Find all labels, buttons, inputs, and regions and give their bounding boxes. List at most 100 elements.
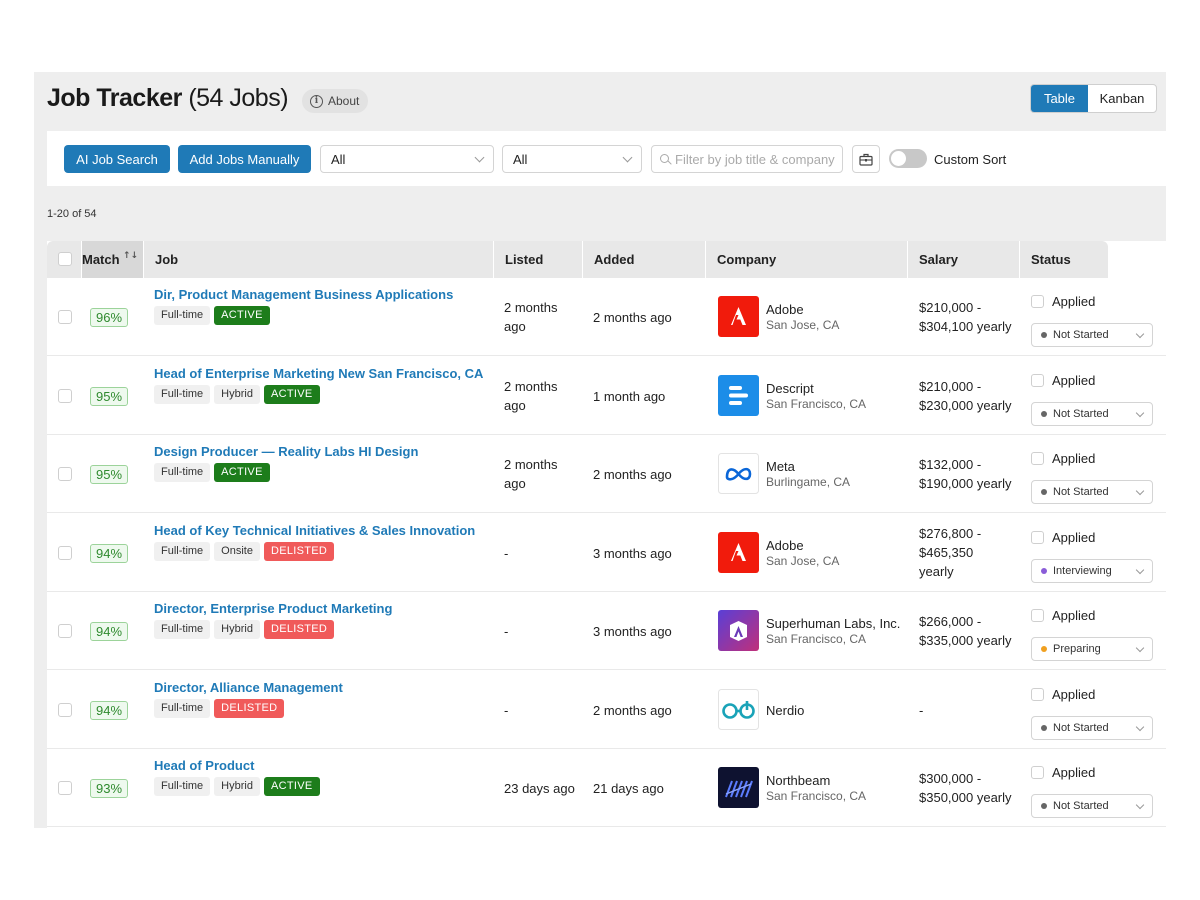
search-input[interactable]	[675, 151, 835, 167]
header-job[interactable]: Job	[144, 241, 494, 278]
filter-select-1[interactable]: All	[320, 145, 494, 173]
job-tags: Full-time Hybrid ACTIVE	[154, 777, 320, 796]
job-title-link[interactable]: Head of Product	[154, 758, 254, 773]
applied-checkbox[interactable]	[1031, 687, 1044, 701]
applied-label: Applied	[1052, 529, 1096, 545]
row-checkbox[interactable]	[58, 624, 72, 638]
row-checkbox[interactable]	[58, 702, 72, 717]
info-icon: i	[310, 94, 323, 108]
header-match[interactable]: Match ↑↓	[82, 241, 144, 278]
table-row[interactable]: 96% Dir, Product Management Business Appl…	[47, 278, 1166, 356]
status-select[interactable]: Not Started	[1031, 794, 1153, 818]
table-row[interactable]: 95% Head of Enterprise Marketing New San …	[47, 356, 1166, 435]
job-title-link[interactable]: Design Producer — Reality Labs HI Design	[154, 444, 418, 459]
filter-select-1-value: All	[331, 151, 346, 167]
status-select[interactable]: Not Started	[1031, 715, 1153, 740]
row-checkbox[interactable]	[58, 310, 72, 324]
status-value: Not Started	[1053, 486, 1109, 498]
briefcase-icon	[859, 153, 873, 166]
salary-line: -	[919, 702, 924, 718]
status-value: Not Started	[1053, 329, 1109, 341]
applied-checkbox[interactable]	[1031, 766, 1044, 779]
status-value: Interviewing	[1053, 564, 1112, 577]
job-tags: Full-time ACTIVE	[154, 306, 270, 325]
status-select[interactable]: Interviewing	[1031, 558, 1153, 583]
header-company[interactable]: Company	[706, 241, 908, 278]
listed-date: ago	[504, 397, 526, 413]
custom-sort-toggle[interactable]	[889, 149, 927, 168]
company-location: San Francisco, CA	[766, 396, 867, 411]
status-select[interactable]: Not Started	[1031, 480, 1153, 504]
applied-label: Applied	[1052, 608, 1096, 623]
table-row[interactable]: 94% Director, Enterprise Product Marketin…	[47, 592, 1166, 670]
applied-checkbox[interactable]	[1031, 609, 1044, 622]
added-date: 2 months ago	[593, 467, 672, 482]
job-title-link[interactable]: Head of Enterprise Marketing New San Fra…	[154, 366, 483, 381]
company-name[interactable]: Descript	[766, 381, 814, 396]
table-row[interactable]: 93% Head of Product Full-time Hybrid ACTIVE 2…	[47, 749, 1166, 827]
match-score: 94%	[90, 700, 129, 720]
job-title-link[interactable]: Head of Key Technical Initiatives & Sale…	[154, 523, 475, 538]
listed-date: -	[504, 545, 509, 561]
chevron-down-icon	[622, 152, 633, 163]
table-view-button[interactable]: Table	[1031, 85, 1088, 112]
company-name[interactable]: Meta	[766, 459, 795, 474]
listed-date: ago	[504, 476, 526, 491]
row-checkbox[interactable]	[58, 545, 72, 560]
status-select[interactable]: Preparing	[1031, 637, 1153, 661]
table-row[interactable]: 94% Head of Key Technical Initiatives & S…	[47, 513, 1166, 592]
applied-checkbox[interactable]	[1031, 295, 1044, 308]
job-title-link[interactable]: Dir, Product Management Business Applica…	[154, 287, 453, 302]
row-checkbox[interactable]	[58, 388, 72, 403]
salary-line: $335,000 yearly	[919, 633, 1012, 648]
salary-line: $304,100 yearly	[919, 319, 1012, 334]
applied-checkbox[interactable]	[1031, 530, 1044, 544]
adobe-logo	[718, 296, 759, 337]
salary-line: $230,000 yearly	[919, 397, 1012, 413]
job-title-link[interactable]: Director, Alliance Management	[154, 680, 343, 695]
briefcase-filter-button[interactable]	[852, 145, 880, 173]
status-badge-active: ACTIVE	[263, 384, 320, 404]
row-checkbox[interactable]	[58, 467, 72, 481]
kanban-view-button[interactable]: Kanban	[1088, 85, 1156, 112]
company-name[interactable]: Northbeam	[766, 773, 830, 788]
header-added[interactable]: Added	[583, 241, 706, 278]
header-salary[interactable]: Salary	[908, 241, 1020, 278]
status-badge-delisted: DELISTED	[263, 620, 335, 639]
ai-job-search-button[interactable]: AI Job Search	[64, 145, 170, 173]
chevron-down-icon	[474, 152, 485, 163]
company-name[interactable]: Adobe	[766, 302, 804, 317]
chevron-down-icon	[1135, 800, 1145, 810]
applied-label: Applied	[1052, 372, 1096, 388]
applied-checkbox[interactable]	[1031, 452, 1044, 465]
salary-line: $210,000 -	[919, 378, 982, 394]
about-button[interactable]: i About	[302, 89, 369, 113]
company-name[interactable]: Nerdio	[766, 703, 804, 718]
match-score: 93%	[90, 779, 129, 798]
applied-checkbox[interactable]	[1031, 373, 1044, 387]
select-all-checkbox[interactable]	[58, 252, 72, 266]
salary-line: $300,000 -	[919, 771, 982, 786]
table-row[interactable]: 94% Director, Alliance Management Full-tim…	[47, 670, 1166, 749]
add-jobs-manually-button[interactable]: Add Jobs Manually	[178, 145, 311, 173]
filter-select-2[interactable]: All	[502, 145, 642, 173]
status-select[interactable]: Not Started	[1031, 323, 1153, 347]
job-title-link[interactable]: Director, Enterprise Product Marketing	[154, 601, 392, 616]
status-value: Preparing	[1053, 643, 1101, 655]
table-row[interactable]: 95% Design Producer — Reality Labs HI Des…	[47, 435, 1166, 513]
job-tag: Full-time	[154, 620, 211, 639]
header-status[interactable]: Status	[1020, 241, 1108, 278]
applied-label: Applied	[1052, 686, 1096, 702]
status-badge-active: ACTIVE	[214, 463, 270, 482]
company-name[interactable]: Superhuman Labs, Inc.	[766, 616, 900, 631]
job-tag: Full-time	[154, 541, 211, 561]
status-select[interactable]: Not Started	[1031, 401, 1153, 426]
row-checkbox[interactable]	[58, 781, 72, 795]
salary-line: $266,000 -	[919, 614, 982, 629]
chevron-down-icon	[1135, 486, 1145, 496]
header-listed[interactable]: Listed	[494, 241, 583, 278]
status-dot	[1041, 724, 1047, 731]
header-match-label: Match	[82, 252, 120, 267]
company-name[interactable]: Adobe	[766, 538, 804, 553]
company-location: Burlingame, CA	[766, 475, 851, 489]
